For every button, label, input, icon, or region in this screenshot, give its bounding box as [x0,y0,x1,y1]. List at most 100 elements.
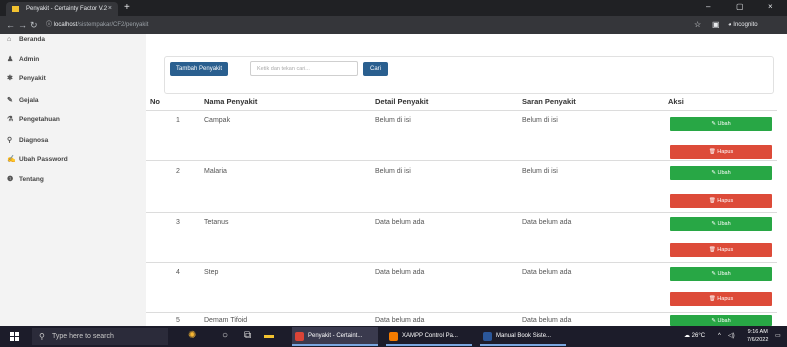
sidebar-item-diagnosa[interactable]: ⚲ Diagnosa [7,135,48,147]
sidebar-item-label: Diagnosa [19,137,49,144]
search-icon: ⚲ [39,332,45,341]
edit-button[interactable]: ✎ Ubah [670,166,772,180]
edit-button[interactable]: ✎ Ubah [670,217,772,231]
delete-button[interactable]: 🗑 Hapus [670,145,772,159]
delete-button[interactable]: 🗑 Hapus [670,292,772,306]
cell-nama: Demam Tifoid [204,317,248,324]
cell-saran: Belum di isi [522,117,558,124]
incognito-label: Incognito [733,22,758,28]
main-content: Tambah Penyakit Ketik dan tekan cari... … [146,34,787,326]
taskbar-app-label: Penyakit - Certaint... [308,333,363,339]
clock-date: 7/6/2022 [747,337,769,343]
cell-detail: Data belum ada [375,317,425,324]
weather-temp: 26°C [691,333,706,339]
edit-button[interactable]: ✎ Ubah [670,267,772,281]
cloud-icon: ☁ [684,333,692,339]
browser-tab-strip: Penyakit - Certainty Factor V.2 × + – ▢ … [0,0,787,16]
edit-icon: ✍ [7,156,16,163]
weather-tray[interactable]: ☁ 26°C [684,326,705,347]
sidebar-item-label: Admin [19,56,40,63]
sidebar-item-label: Pengetahuan [19,116,60,123]
maximize-icon[interactable]: ▢ [736,0,744,16]
search-input[interactable]: Ketik dan tekan cari... [250,61,358,76]
taskbar-app-xampp[interactable]: XAMPP Control Pa... [386,327,472,346]
forward-icon[interactable]: → [18,18,27,32]
xampp-icon [389,332,398,341]
delete-button[interactable]: 🗑 Hapus [670,243,772,257]
tab-close-icon[interactable]: × [108,2,112,16]
user-icon: ♟ [7,56,14,63]
taskbar-app-word[interactable]: Manual Book Siste... [480,327,566,346]
back-icon[interactable]: ← [6,18,15,32]
notifications-icon[interactable]: ▭ [775,326,781,347]
column-header-aksi: Aksi [668,97,684,106]
cell-no: 3 [176,219,180,226]
bookmark-star-icon[interactable]: ☆ [694,18,701,32]
row-divider [146,312,777,313]
cell-detail: Belum di isi [375,117,411,124]
cell-no: 5 [176,317,180,324]
task-view-icon[interactable]: ⧉ [244,330,251,342]
column-header-nama: Nama Penyakit [204,97,258,106]
clock[interactable]: 9:16 AM 7/6/2022 [747,328,768,344]
cortana-icon[interactable]: ○ [222,330,228,342]
sidebar-item-label: Ubah Password [19,156,68,163]
sidebar-item-label: Tentang [19,176,44,183]
bug-icon: ✱ [7,75,13,82]
pencil-icon: ✎ [7,97,13,104]
new-tab-button[interactable]: + [124,1,130,15]
url-field[interactable]: ⓘ localhost/sistempakar/CF2/penyakit [46,18,676,32]
cell-saran: Data belum ada [522,317,572,324]
taskbar-app-chrome[interactable]: Penyakit - Certaint... [292,327,378,346]
clock-time: 9:16 AM [747,329,768,335]
search-button[interactable]: Cari [363,62,389,76]
sidebar-item-label: Penyakit [19,75,46,82]
url-path: /sistempakar/CF2/penyakit [77,22,149,28]
sidebar-item-tentang[interactable]: ❶ Tentang [7,174,44,186]
url-host: localhost [53,22,78,28]
cell-no: 4 [176,269,180,276]
sidebar-item-admin[interactable]: ♟ Admin [7,54,39,66]
site-info-icon[interactable]: ⓘ [46,22,54,28]
incognito-badge[interactable]: ◕ Incognito [728,18,758,32]
flask-icon: ⚗ [7,116,14,123]
sidebar-item-label: Beranda [19,36,46,43]
sidebar-item-pengetahuan[interactable]: ⚗ Pengetahuan [7,114,60,126]
cell-detail: Data belum ada [375,269,425,276]
sidebar-item-ubah-password[interactable]: ✍ Ubah Password [7,154,68,166]
cell-saran: Belum di isi [522,168,558,175]
file-explorer-icon[interactable]: ▬ [264,330,274,342]
cell-no: 2 [176,168,180,175]
cell-nama: Tetanus [204,219,229,226]
window-icon[interactable]: ▣ [712,18,720,32]
tab-title: Penyakit - Certainty Factor V.2 [26,6,108,12]
cell-nama: Step [204,269,219,276]
weather-widget-icon[interactable]: ✺ [188,330,196,342]
cell-nama: Campak [204,117,231,124]
edit-button[interactable]: ✎ Ubah [670,117,772,131]
window-close-icon[interactable]: × [768,0,773,16]
taskbar-search-input[interactable]: ⚲ Type here to search [32,328,168,345]
diagnosis-icon: ⚲ [7,137,13,144]
cell-nama: Malaria [204,168,227,175]
taskbar-search-placeholder: Type here to search [52,333,114,340]
sidebar-item-gejala[interactable]: ✎ Gejala [7,95,39,107]
speaker-icon[interactable]: ◁) [728,326,735,347]
cell-detail: Data belum ada [375,219,425,226]
reload-icon[interactable]: ↻ [30,18,38,32]
windows-start-icon[interactable] [10,332,19,341]
minimize-icon[interactable]: – [706,0,710,16]
column-header-no: No [150,97,160,106]
tray-chevron-icon[interactable]: ^ [718,326,721,347]
column-header-detail: Detail Penyakit [375,97,429,106]
sidebar-item-label: Gejala [19,97,39,104]
add-disease-button[interactable]: Tambah Penyakit [170,62,229,76]
browser-tab[interactable]: Penyakit - Certainty Factor V.2 × [6,2,118,16]
sidebar-item-penyakit[interactable]: ✱ Penyakit [7,73,46,85]
sidebar-item-beranda[interactable]: ⌂ Beranda [7,34,45,46]
row-divider [146,262,777,263]
favicon-icon [12,6,19,12]
cell-saran: Data belum ada [522,219,572,226]
edit-button[interactable]: ✎ Ubah [670,315,772,326]
delete-button[interactable]: 🗑 Hapus [670,194,772,208]
